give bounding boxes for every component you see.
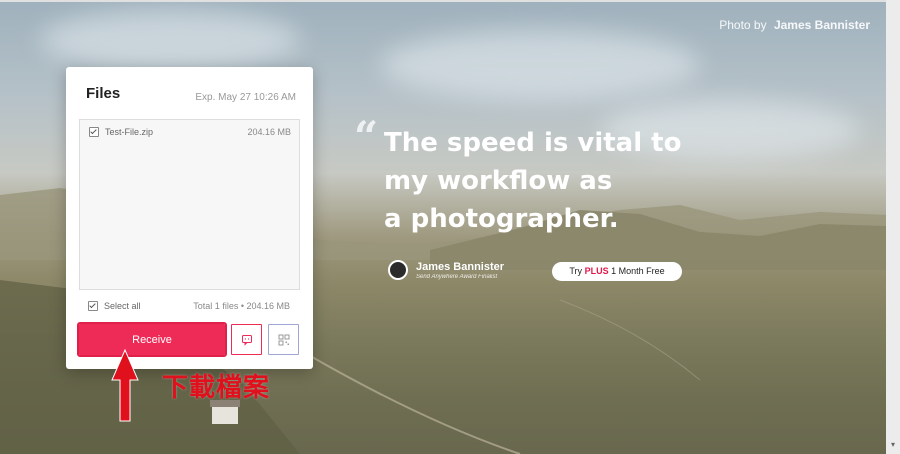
- file-row[interactable]: Test-File.zip 204.16 MB: [89, 127, 291, 137]
- quote-line: a photographer.: [384, 204, 619, 234]
- quote-line: my workflow as: [384, 166, 613, 196]
- files-panel: Files Exp. May 27 10:26 AM Test-File.zip…: [66, 67, 313, 369]
- photo-credit-prefix: Photo by: [719, 18, 767, 32]
- select-all-label[interactable]: Select all: [104, 301, 141, 311]
- promo-quote: The speed is vital to my workflow as a p…: [384, 124, 704, 238]
- quote-line: The speed is vital to: [384, 128, 682, 158]
- file-name: Test-File.zip: [105, 127, 154, 137]
- chat-button[interactable]: [231, 324, 262, 355]
- annotation-label: 下載檔案: [162, 373, 271, 403]
- chat-icon: [241, 334, 252, 346]
- file-list: Test-File.zip 204.16 MB: [79, 119, 300, 290]
- author-subtitle: Send Anywhere Award Finalist: [416, 273, 498, 280]
- photo-credit-name[interactable]: James Bannister: [774, 18, 870, 32]
- plus-button-prefix: Try: [569, 266, 583, 276]
- qr-code-button[interactable]: [268, 324, 299, 355]
- plus-button-suffix: 1 Month Free: [611, 266, 665, 276]
- file-checkbox[interactable]: [89, 127, 99, 137]
- photo-credit: Photo by James Bannister: [719, 18, 870, 32]
- receive-button[interactable]: Receive: [77, 322, 227, 357]
- plus-button-highlight: PLUS: [584, 266, 609, 276]
- quote-mark-icon: “: [354, 112, 379, 161]
- expiration-label: Exp. May 27 10:26 AM: [195, 92, 296, 103]
- select-all-checkbox[interactable]: [88, 301, 98, 311]
- quote-author: James Bannister Send Anywhere Award Fina…: [388, 260, 504, 280]
- select-all-row: Select all Total 1 files • 204.16 MB: [88, 301, 290, 311]
- scroll-down-icon[interactable]: ▾: [888, 440, 898, 450]
- top-border: [0, 0, 900, 2]
- file-size: 204.16 MB: [247, 127, 291, 137]
- try-plus-button[interactable]: Try PLUS 1 Month Free: [552, 262, 682, 281]
- panel-title: Files: [86, 85, 121, 102]
- total-label: Total 1 files • 204.16 MB: [193, 301, 290, 311]
- building: [210, 400, 240, 424]
- red-arrow-icon: [111, 348, 139, 422]
- author-avatar: [388, 260, 408, 280]
- qr-code-icon: [278, 334, 289, 345]
- scrollbar[interactable]: ▾: [886, 0, 900, 454]
- author-name: James Bannister: [416, 260, 505, 273]
